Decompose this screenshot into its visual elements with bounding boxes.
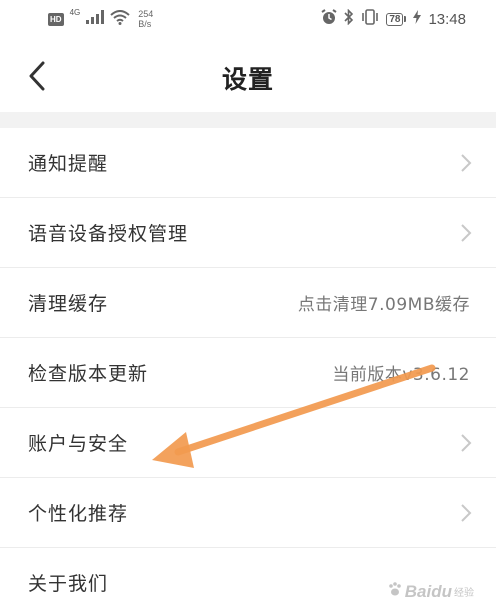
chevron-right-icon xyxy=(461,504,472,522)
network-speed-value: 254 xyxy=(138,9,154,19)
chevron-right-icon xyxy=(461,224,472,242)
header: 设置 xyxy=(0,40,496,112)
battery-icon: 78 xyxy=(386,12,407,26)
bluetooth-icon xyxy=(344,8,354,29)
settings-row-voice-device-auth[interactable]: 语音设备授权管理 xyxy=(0,198,496,268)
chevron-right-icon xyxy=(461,434,472,452)
chevron-right-icon xyxy=(461,154,472,172)
settings-row-label: 检查版本更新 xyxy=(28,363,149,385)
settings-row-clear-cache[interactable]: 清理缓存 点击清理7.09MB缓存 xyxy=(0,268,496,338)
settings-row-label: 账户与安全 xyxy=(28,433,129,455)
status-bar-left: HD 4G 254 B/s xyxy=(48,8,153,30)
section-divider xyxy=(0,112,496,128)
status-bar: HD 4G 254 B/s 78 13:48 xyxy=(0,0,496,40)
settings-list: 通知提醒 语音设备授权管理 清理缓存 点击清理7.09MB缓存 检查版本更新 当… xyxy=(0,128,496,606)
battery-cap xyxy=(404,16,407,22)
cache-size-value: 点击清理7.09MB缓存 xyxy=(297,295,470,315)
charging-icon xyxy=(413,10,422,28)
settings-row-check-update[interactable]: 检查版本更新 当前版本v3.6.12 xyxy=(0,338,496,408)
settings-row-label: 清理缓存 xyxy=(28,293,109,315)
vibrate-icon xyxy=(361,9,379,29)
battery-level: 78 xyxy=(386,12,404,26)
clock: 13:48 xyxy=(428,10,466,28)
settings-row-label: 通知提醒 xyxy=(28,153,109,175)
settings-row-notifications[interactable]: 通知提醒 xyxy=(0,128,496,198)
alarm-icon xyxy=(321,9,337,29)
current-version-value: 当前版本v3.6.12 xyxy=(332,365,470,385)
settings-row-personalized-recommendation[interactable]: 个性化推荐 xyxy=(0,478,496,548)
page-title: 设置 xyxy=(221,65,274,94)
wifi-icon xyxy=(110,9,130,29)
settings-row-label: 关于我们 xyxy=(28,573,109,595)
network-type: 4G xyxy=(69,8,81,17)
network-speed-unit: B/s xyxy=(138,19,152,29)
watermark-text: Baidu xyxy=(404,581,452,601)
watermark-sub: 经验 xyxy=(454,588,474,599)
network-speed: 254 B/s xyxy=(138,9,153,29)
settings-row-account-security[interactable]: 账户与安全 xyxy=(0,408,496,478)
hd-badge: HD xyxy=(48,12,64,26)
watermark: Baidu 经验 xyxy=(387,581,474,602)
settings-row-label: 个性化推荐 xyxy=(28,503,129,525)
paw-logo-icon xyxy=(387,581,403,602)
signal-icon xyxy=(86,10,105,28)
status-bar-right: 78 13:48 xyxy=(321,8,466,30)
settings-row-label: 语音设备授权管理 xyxy=(28,223,189,245)
